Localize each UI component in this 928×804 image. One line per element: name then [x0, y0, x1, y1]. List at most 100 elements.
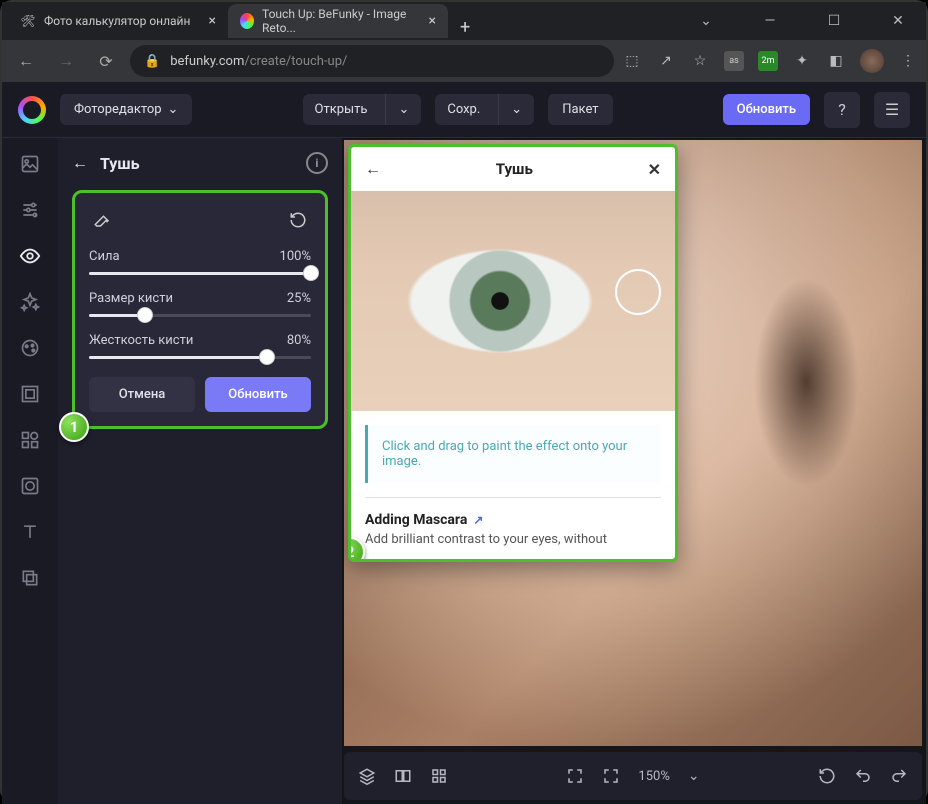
save-button[interactable]: Сохр. ⌄	[435, 94, 534, 125]
redo-button[interactable]	[890, 767, 908, 785]
close-icon[interactable]: ×	[209, 13, 216, 29]
browser-tab[interactable]: 🛠 Фото калькулятор онлайн ×	[8, 4, 228, 38]
editor-label: Фоторедактор	[74, 102, 162, 117]
eraser-button[interactable]	[89, 207, 115, 233]
artsy-tool-icon[interactable]	[18, 336, 42, 360]
minimize-button[interactable]: —	[750, 13, 790, 29]
reload-button[interactable]: ⟳	[90, 45, 122, 77]
slider-label: Размер кисти	[89, 291, 173, 306]
textures-tool-icon[interactable]	[18, 566, 42, 590]
back-button[interactable]: ←	[10, 45, 42, 77]
new-tab-button[interactable]: +	[448, 17, 482, 38]
help-link-title[interactable]: Adding Mascara	[365, 512, 467, 528]
lock-icon: 🔒	[144, 54, 160, 69]
controls-box: Сила 100% Размер кисти 25% Жесткость кисти…	[72, 190, 328, 429]
chevron-down-icon: ⌄	[168, 102, 179, 117]
help-description: Add brilliant contrast to your eyes, wit…	[351, 532, 675, 559]
sliders-tool-icon[interactable]	[18, 198, 42, 222]
annotation-badge-1: 1	[59, 412, 89, 442]
graphics-tool-icon[interactable]	[18, 428, 42, 452]
wrench-icon: 🛠	[20, 13, 36, 29]
befunky-logo-icon[interactable]	[18, 96, 46, 124]
browser-tab[interactable]: b Touch Up: BeFunky - Image Reto... ×	[228, 4, 448, 38]
slider-value: 25%	[287, 291, 311, 306]
slider-label: Сила	[89, 249, 120, 264]
batch-button[interactable]: Пакет	[548, 94, 612, 125]
open-label: Открыть	[303, 94, 380, 125]
close-icon[interactable]: ×	[429, 13, 436, 29]
slider-strength: Сила 100%	[89, 249, 311, 275]
open-button[interactable]: Открыть ⌄	[303, 94, 422, 125]
extension-icon[interactable]: 2m	[758, 51, 778, 71]
back-button[interactable]: ←	[72, 153, 88, 173]
slider-brush-size: Размер кисти 25%	[89, 291, 311, 317]
info-button[interactable]: i	[306, 152, 328, 174]
frames-tool-icon[interactable]	[18, 382, 42, 406]
upgrade-button[interactable]: Обновить	[723, 94, 810, 125]
browser-tab-bar: 🛠 Фото калькулятор онлайн × b Touch Up: …	[0, 0, 482, 38]
url-host: befunky.com	[170, 54, 244, 69]
layers-icon[interactable]	[358, 767, 376, 785]
slider-value: 100%	[280, 249, 311, 264]
panel-title: Тушь	[100, 154, 140, 173]
grid-icon[interactable]	[430, 767, 448, 785]
bookmark-icon[interactable]: ☆	[690, 51, 710, 71]
url-path: /create/touch-up/	[244, 54, 347, 69]
touchup-tool-icon[interactable]	[18, 244, 42, 268]
profile-avatar[interactable]	[860, 49, 884, 73]
share-icon[interactable]: ↗	[656, 51, 676, 71]
chevron-down-icon[interactable]: ⌄	[688, 768, 700, 784]
app-header: Фоторедактор ⌄ Открыть ⌄ Сохр. ⌄ Пакет О…	[2, 82, 926, 138]
help-hint: Click and drag to paint the effect onto …	[365, 425, 661, 483]
help-button[interactable]: ?	[824, 92, 860, 128]
settings-panel: ← Тушь i Сила 100% Размер кисти 25%	[58, 138, 342, 804]
zoom-level[interactable]: 150%	[638, 769, 669, 784]
image-tool-icon[interactable]	[18, 152, 42, 176]
help-preview-image	[351, 191, 675, 411]
editor-dropdown[interactable]: Фоторедактор ⌄	[60, 94, 192, 125]
help-close-button[interactable]: ✕	[648, 160, 661, 179]
befunky-favicon-icon: b	[240, 13, 254, 29]
effects-tool-icon[interactable]	[18, 290, 42, 314]
install-icon[interactable]: ⬚	[622, 51, 642, 71]
slider-track[interactable]	[89, 314, 311, 317]
fit-screen-icon[interactable]	[602, 767, 620, 785]
reset-button[interactable]	[285, 207, 311, 233]
slider-label: Жесткость кисти	[89, 333, 193, 348]
apply-button[interactable]: Обновить	[205, 377, 311, 412]
save-label: Сохр.	[435, 94, 492, 125]
zoom-bar: 150% ⌄	[344, 752, 922, 800]
extensions-icon[interactable]: ✦	[792, 51, 812, 71]
external-link-icon[interactable]: ↗	[473, 513, 483, 527]
undo-button[interactable]	[854, 767, 872, 785]
chevron-down-icon[interactable]: ⌄	[686, 13, 726, 29]
slider-track[interactable]	[89, 272, 311, 275]
tool-rail	[2, 138, 58, 804]
compare-icon[interactable]	[394, 767, 412, 785]
canvas[interactable]: ← Тушь ✕ Click and drag to paint the eff…	[344, 140, 922, 746]
slider-value: 80%	[287, 333, 311, 348]
maximize-button[interactable]: ☐	[814, 13, 854, 29]
help-back-button[interactable]: ←	[365, 159, 381, 179]
brush-cursor-icon	[615, 269, 661, 315]
hamburger-menu-button[interactable]: ☰	[874, 92, 910, 128]
tab-title: Touch Up: BeFunky - Image Reto...	[262, 7, 421, 35]
lastfm-icon[interactable]: as	[724, 51, 744, 71]
slider-brush-hardness: Жесткость кисти 80%	[89, 333, 311, 359]
slider-track[interactable]	[89, 356, 311, 359]
side-panel-icon[interactable]: ◧	[826, 51, 846, 71]
chevron-down-icon[interactable]: ⌄	[385, 94, 421, 125]
chevron-down-icon[interactable]: ⌄	[498, 94, 534, 125]
fullscreen-icon[interactable]	[566, 767, 584, 785]
help-popover: ← Тушь ✕ Click and drag to paint the eff…	[348, 144, 678, 562]
text-tool-icon[interactable]	[18, 520, 42, 544]
cancel-button[interactable]: Отмена	[89, 377, 195, 412]
tab-title: Фото калькулятор онлайн	[44, 14, 190, 28]
close-window-button[interactable]: ✕	[878, 13, 918, 29]
menu-icon[interactable]: ⋮	[898, 51, 918, 71]
address-bar[interactable]: 🔒 befunky.com/create/touch-up/	[130, 45, 614, 77]
overlays-tool-icon[interactable]	[18, 474, 42, 498]
help-title: Тушь	[496, 160, 533, 178]
forward-button[interactable]: →	[50, 45, 82, 77]
history-icon[interactable]	[818, 767, 836, 785]
